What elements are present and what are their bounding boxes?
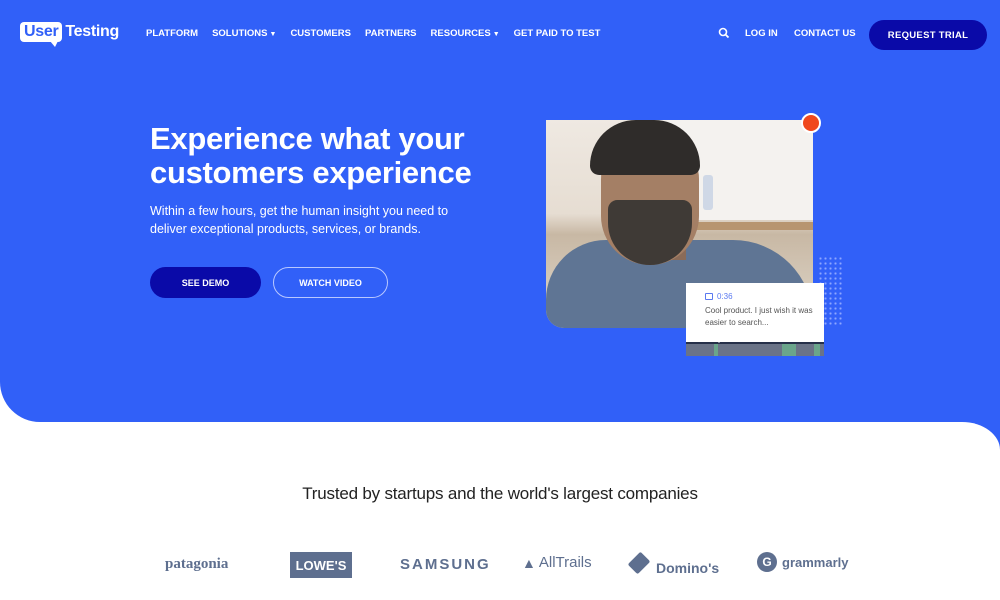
domino-icon	[627, 551, 651, 575]
hero-headline: Experience what your customers experienc…	[150, 121, 472, 190]
usertesting-logo[interactable]: User Testing	[20, 22, 119, 47]
timeline-segment	[814, 344, 820, 356]
nav-label: CUSTOMERS	[290, 28, 351, 39]
comment-timestamp: 0:36	[717, 292, 733, 301]
trusted-heading: Trusted by startups and the world's larg…	[302, 484, 698, 503]
logo-samsung: SAMSUNG	[400, 556, 491, 573]
bottle	[703, 175, 713, 210]
login-link[interactable]: LOG IN	[745, 28, 778, 39]
logo-patagonia: patagonia	[165, 556, 229, 572]
see-demo-button[interactable]: SEE DEMO	[150, 267, 261, 298]
nav-label: GET PAID TO TEST	[513, 28, 601, 39]
nav-label: RESOURCES	[430, 28, 491, 39]
nav-label: SOLUTIONS	[212, 28, 268, 39]
record-indicator-icon	[801, 113, 821, 133]
logo-alltrails: ▲ AllTrails	[522, 554, 592, 571]
comment-card: 0:36 Cool product. I just wish it was ea…	[686, 283, 824, 342]
video-clip-icon	[705, 293, 713, 300]
nav-resources[interactable]: RESOURCES ▼	[431, 28, 500, 39]
timeline-segment	[714, 344, 718, 356]
logo-dominos: Domino's	[627, 550, 720, 576]
customer-logos: patagonia LOWE'S SAMSUNG ▲ AllTrails Domi…	[0, 548, 1000, 582]
nav-customers[interactable]: CUSTOMERS	[290, 28, 351, 39]
top-navigation: User Testing PLATFORM SOLUTIONS ▼ CUSTOME…	[0, 0, 1000, 68]
logo-speech-bubble: User	[20, 22, 63, 47]
nav-solutions[interactable]: SOLUTIONS ▼	[212, 28, 276, 39]
nav-platform[interactable]: PLATFORM	[146, 28, 198, 39]
grammarly-icon: G	[757, 552, 777, 572]
search-icon[interactable]	[718, 27, 730, 39]
dominos-text: Domino's	[656, 560, 720, 576]
logo-text: Testing	[65, 23, 119, 40]
nav-label: PARTNERS	[364, 28, 417, 39]
shelf	[696, 222, 813, 230]
grammarly-text: grammarly	[782, 554, 849, 570]
hero-subtext: Within a few hours, get the human insigh…	[150, 204, 449, 236]
contact-us-link[interactable]: CONTACT US	[794, 28, 856, 39]
nav-links: PLATFORM SOLUTIONS ▼ CUSTOMERS PARTNERS R…	[146, 28, 614, 39]
request-trial-button[interactable]: REQUEST TRIAL	[869, 20, 987, 50]
timeline-segment	[782, 344, 796, 356]
chevron-down-icon: ▼	[269, 31, 277, 38]
nav-label: PLATFORM	[146, 28, 199, 39]
mountain-icon: ▲	[522, 554, 536, 571]
video-timeline	[686, 342, 824, 356]
watch-video-button[interactable]: WATCH VIDEO	[273, 267, 388, 298]
nav-partners[interactable]: PARTNERS	[365, 28, 417, 39]
logo-grammarly: Ggrammarly	[757, 552, 848, 572]
comment-text: Cool product. I just wish it was easier …	[705, 306, 813, 327]
nav-get-paid[interactable]: GET PAID TO TEST	[514, 28, 601, 39]
chevron-down-icon: ▼	[492, 31, 500, 38]
logo-lowes: LOWE'S	[290, 552, 352, 578]
alltrails-text: AllTrails	[538, 554, 592, 571]
timeline-pointer	[713, 336, 725, 343]
